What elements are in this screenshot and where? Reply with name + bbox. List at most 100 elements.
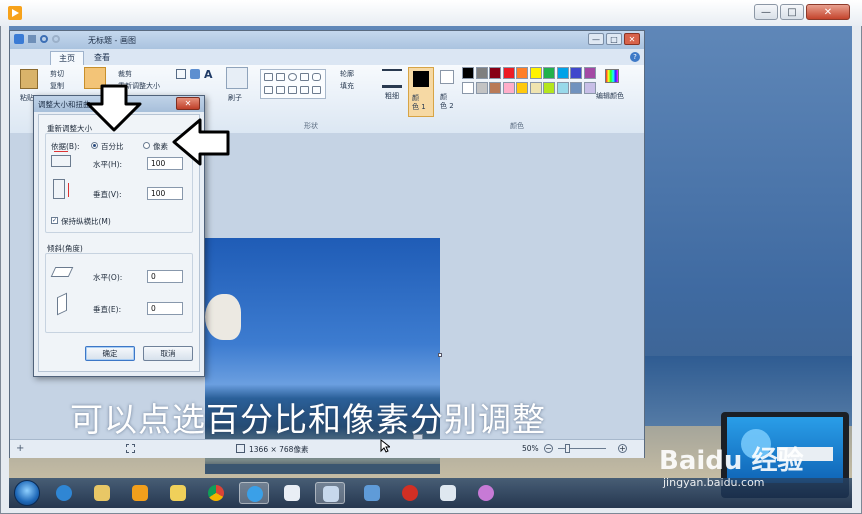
palette-swatch[interactable] [475,67,488,79]
palette-swatch[interactable] [489,82,501,94]
outline-dropdown[interactable]: 轮廓 [340,69,354,79]
dialog-title: 调整大小和扭曲 [38,100,91,109]
diamond-shape[interactable] [288,86,297,94]
palette-swatch[interactable] [583,67,596,79]
skew-horizontal-input[interactable]: 0 [147,270,183,283]
taskbar-remote[interactable] [357,482,387,504]
palette-swatch[interactable] [475,82,488,94]
zoom-slider-thumb[interactable] [565,444,570,453]
paint-close-button[interactable]: ✕ [624,33,640,45]
pencil-icon[interactable] [176,69,186,79]
pixels-label[interactable]: 像素 [153,141,168,152]
chess-icon [402,485,418,501]
palette-swatch[interactable] [556,67,569,79]
viewer-maximize-button[interactable]: □ [780,4,804,20]
paste-icon[interactable] [20,69,38,89]
viewer-minimize-button[interactable]: — [754,4,778,20]
palette-swatch[interactable] [502,82,515,94]
copy-button[interactable]: 复制 [50,81,64,91]
zoom-out-button[interactable]: − [544,444,553,453]
palette-swatch[interactable] [543,82,555,94]
taskbar-paint[interactable] [315,482,345,504]
brush-icon[interactable] [226,67,248,89]
ok-button[interactable]: 确定 [85,346,135,361]
palette-swatch[interactable] [543,67,555,79]
palette-swatch[interactable] [502,67,515,79]
undo-icon[interactable] [40,35,48,43]
polygon-shape[interactable] [264,86,273,94]
taskbar-character[interactable] [471,482,501,504]
taskbar-player[interactable] [125,482,155,504]
skew-vertical-input[interactable]: 0 [147,302,183,315]
paint-maximize-button[interactable]: □ [606,33,622,45]
brush-button[interactable]: 刷子 [228,93,242,103]
baidu-watermark: Baidu 经验 jingyan.baidu.com [657,440,847,490]
color1-button[interactable]: 颜 色 1 [408,67,434,117]
hexagon-shape[interactable] [312,86,321,94]
palette-swatch[interactable] [570,82,582,94]
dialog-close-button[interactable]: ✕ [176,97,200,110]
taskbar-browser[interactable] [239,482,269,504]
keep-aspect-ratio-checkbox[interactable]: ✓ [51,217,58,224]
curve-shape[interactable] [276,73,285,81]
palette-swatch[interactable] [516,67,528,79]
edit-colors-icon[interactable] [605,69,619,83]
rectangle-shape[interactable] [300,73,309,81]
palette-swatch[interactable] [529,67,542,79]
palette-swatch[interactable] [516,82,528,94]
zoom-in-button[interactable]: + [618,444,627,453]
keep-aspect-ratio-label[interactable]: 保持纵横比(M) [61,216,111,227]
line-shape[interactable] [264,73,273,81]
taskbar-explorer[interactable] [87,482,117,504]
paste-button[interactable]: 粘贴 [20,93,34,103]
help-icon[interactable]: ? [630,52,640,62]
palette-swatch[interactable] [556,82,569,94]
triangle-shape[interactable] [276,86,285,94]
palette-swatch[interactable] [529,82,542,94]
oval-shape[interactable] [288,73,297,81]
shape-gallery[interactable] [260,69,326,99]
taskbar-chess[interactable] [395,482,425,504]
redo-icon[interactable] [52,35,60,43]
percentage-radio[interactable] [91,142,98,149]
save-icon[interactable] [28,35,36,43]
tab-home[interactable]: 主页 [50,51,84,66]
palette-swatch[interactable] [489,67,501,79]
paint-app-icon [14,34,24,44]
crop-button[interactable]: 裁剪 [118,69,132,79]
palette-swatch[interactable] [462,82,474,94]
color2-swatch[interactable] [440,70,454,84]
vertical-label: 垂直(V): [93,190,122,199]
start-button[interactable] [14,480,40,506]
taskbar-pinwheel[interactable] [433,482,463,504]
taskbar-ie[interactable] [49,482,79,504]
taskbar-doc[interactable] [277,482,307,504]
vertical-arrow-icon [68,183,69,197]
pixels-radio[interactable] [143,142,150,149]
color1-swatch [413,71,429,87]
cancel-button[interactable]: 取消 [143,346,193,361]
percentage-label[interactable]: 百分比 [101,141,124,152]
viewer-close-button[interactable]: ✕ [806,4,850,20]
edit-colors-button[interactable]: 编辑颜色 [596,91,624,101]
watermark-url: jingyan.baidu.com [663,476,765,489]
down-arrow-hint-icon [86,84,142,132]
palette-swatch[interactable] [570,67,582,79]
taskbar-chrome[interactable] [201,482,231,504]
size-button[interactable]: 粗细 [385,91,399,101]
paint-minimize-button[interactable]: — [588,33,604,45]
tab-view[interactable]: 查看 [86,51,118,65]
fill-dropdown[interactable]: 填充 [340,81,354,91]
text-tool-icon[interactable]: A [204,68,213,81]
vertical-input[interactable]: 100 [147,187,183,200]
pentagon-shape[interactable] [300,86,309,94]
palette-swatch[interactable] [583,82,596,94]
taskbar-folder2[interactable] [163,482,193,504]
palette-swatch[interactable] [462,67,474,79]
cut-button[interactable]: 剪切 [50,69,64,79]
rounded-rectangle-shape[interactable] [312,73,321,81]
canvas-resize-handle[interactable] [438,353,442,357]
fill-icon[interactable] [190,69,200,79]
horizontal-arrow-icon [54,151,68,152]
size-icon[interactable] [382,69,402,88]
